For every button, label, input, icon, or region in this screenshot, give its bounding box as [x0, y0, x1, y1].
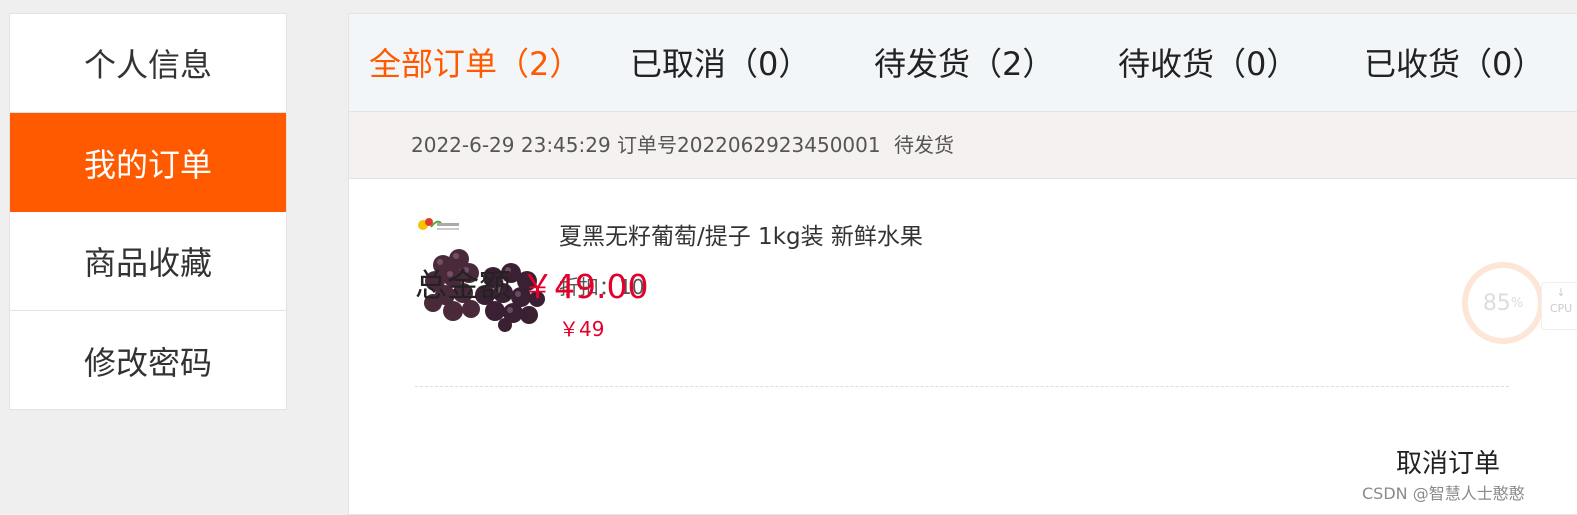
- tab-all-orders[interactable]: 全部订单（2）: [369, 14, 581, 111]
- arrow-down-icon: ↓: [1556, 286, 1566, 299]
- product-title[interactable]: 夏黑无籽葡萄/提子 1kg装 新鲜水果: [559, 217, 923, 251]
- tab-pending-receipt[interactable]: 待收货（0）: [1118, 14, 1298, 111]
- order-datetime: 2022-6-29 23:45:29: [411, 133, 611, 157]
- order-status-tabs: 全部订单（2） 已取消（0） 待发货（2） 待收货（0） 已收货（0）: [349, 14, 1577, 112]
- tab-received[interactable]: 已收货（0）: [1364, 14, 1544, 111]
- sidebar-item-personal-info[interactable]: 个人信息: [10, 14, 286, 113]
- total-amount: ￥49.00: [521, 267, 649, 306]
- tab-pending-shipment[interactable]: 待发货（2）: [874, 14, 1054, 111]
- total-label: 总金额: [415, 266, 512, 304]
- watermark: CSDN @智慧人士憨憨: [1362, 484, 1525, 503]
- order-header: 2022-6-29 23:45:29 订单号2022062923450001 待…: [349, 112, 1577, 179]
- order-number: 订单号2022062923450001: [617, 133, 881, 157]
- cpu-side-panel[interactable]: ↓ CPU: [1541, 282, 1577, 330]
- divider: [415, 386, 1509, 387]
- tab-cancelled[interactable]: 已取消（0）: [630, 14, 810, 111]
- cpu-label: CPU: [1549, 302, 1573, 315]
- sidebar-item-favorites[interactable]: 商品收藏: [10, 212, 286, 311]
- orders-panel: 全部订单（2） 已取消（0） 待发货（2） 待收货（0） 已收货（0） 2022…: [348, 13, 1577, 515]
- sidebar-menu: 个人信息 我的订单 商品收藏 修改密码: [9, 13, 287, 410]
- cancel-order-button[interactable]: 取消订单: [1396, 443, 1500, 480]
- cpu-usage-value: 85: [1482, 290, 1511, 316]
- sidebar-item-change-password[interactable]: 修改密码: [10, 311, 286, 410]
- sidebar-item-my-orders[interactable]: 我的订单: [10, 113, 286, 212]
- product-price: ￥49: [559, 317, 605, 341]
- order-status: 待发货: [894, 133, 954, 157]
- cpu-usage-unit: %: [1510, 295, 1524, 311]
- cpu-usage-widget[interactable]: 85%: [1462, 262, 1544, 344]
